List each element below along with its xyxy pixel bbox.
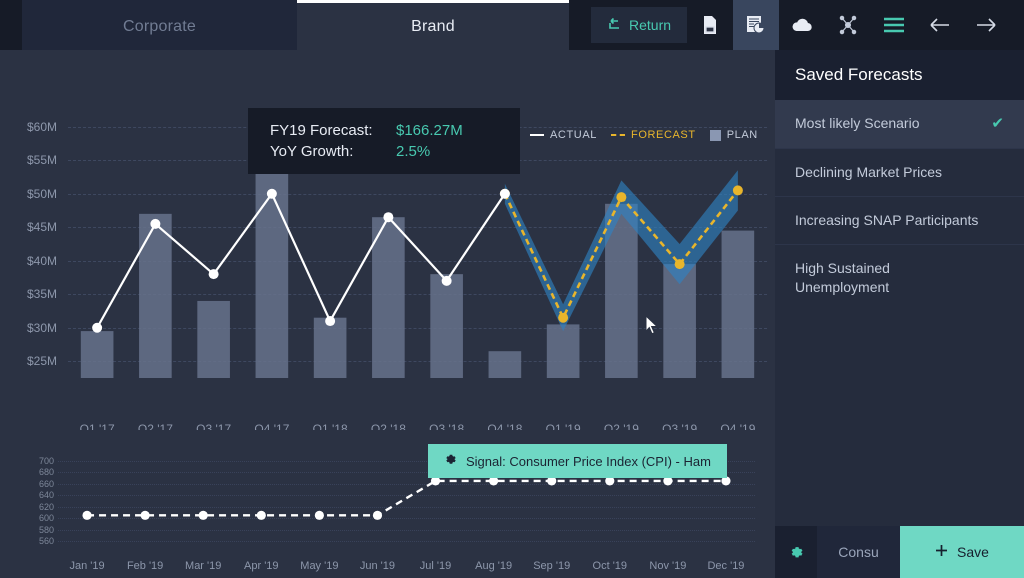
legend-item-plan: PLAN: [709, 129, 758, 141]
actual-point[interactable]: [499, 188, 510, 199]
forecast-point[interactable]: [616, 192, 627, 203]
plan-bar[interactable]: [255, 146, 289, 378]
actual-point[interactable]: [325, 316, 336, 327]
signal-selector[interactable]: Signal: Consumer Price Index (CPI) - Ham: [428, 444, 727, 478]
plan-bar[interactable]: [546, 324, 580, 378]
toolbar: Return: [569, 0, 1024, 50]
sidebar-item-most-likely-scenario[interactable]: Most likely Scenario ✔: [775, 100, 1024, 150]
plan-bar[interactable]: [488, 351, 522, 378]
cpi-point[interactable]: [198, 510, 208, 520]
forecast-summary-box: FY19 Forecast: $166.27M YoY Growth: 2.5%: [248, 108, 520, 174]
save-button-label: Save: [957, 544, 989, 560]
plan-bar[interactable]: [80, 331, 114, 378]
app-root: Corporate Brand Return $60M $55M $50M $4…: [0, 0, 1024, 578]
actual-point[interactable]: [208, 269, 219, 280]
cpi-line: [87, 479, 726, 517]
sidebar-item-label: Declining Market Prices: [795, 164, 943, 181]
cpi-point[interactable]: [256, 510, 266, 520]
legend-label-forecast: FORECAST: [631, 129, 696, 141]
check-icon: ✔: [991, 115, 1004, 132]
forecast-point[interactable]: [732, 185, 743, 196]
menu-hamburger-icon[interactable]: [871, 0, 917, 50]
sidebar-item-label: Increasing SNAP Participants: [795, 212, 979, 229]
cpi-point[interactable]: [140, 510, 150, 520]
return-button-label: Return: [629, 17, 672, 33]
legend-label-actual: ACTUAL: [550, 129, 597, 141]
return-button[interactable]: Return: [591, 7, 688, 43]
cloud-icon[interactable]: [779, 0, 825, 50]
yoy-growth-value: 2.5%: [396, 143, 431, 160]
sidebar-footer: Consu Save: [775, 526, 1024, 578]
fy19-forecast-value: $166.27M: [396, 122, 463, 139]
plan-bar[interactable]: [197, 300, 230, 378]
forecast-point[interactable]: [558, 312, 569, 323]
sidebar-item-declining-market-prices[interactable]: Declining Market Prices: [775, 149, 1024, 198]
plus-icon: [935, 544, 948, 560]
cpi-point[interactable]: [314, 510, 324, 520]
legend-swatch-forecast: [611, 134, 625, 136]
top-bar: Corporate Brand Return: [0, 0, 1024, 50]
report-document-icon[interactable]: [687, 0, 733, 50]
fy19-forecast-label: FY19 Forecast:: [270, 122, 373, 139]
legend-swatch-actual: [530, 134, 544, 136]
legend-label-plan: PLAN: [726, 129, 758, 141]
sidebar-title: Saved Forecasts: [775, 50, 1024, 100]
actual-point[interactable]: [383, 212, 394, 223]
actual-point[interactable]: [150, 218, 161, 229]
consu-button[interactable]: Consu: [817, 526, 900, 578]
net-sales-series-layer: [80, 146, 755, 378]
network-nodes-icon[interactable]: [825, 0, 871, 50]
cpi-point[interactable]: [82, 510, 92, 520]
sidebar-item-label: High Sustained Unemployment: [795, 260, 890, 295]
legend-swatch-plan: [709, 129, 721, 141]
dashboard-report-icon[interactable]: [733, 0, 780, 50]
sidebar-title-label: Saved Forecasts: [795, 65, 923, 84]
plan-bar[interactable]: [313, 317, 347, 378]
gear-icon: [444, 453, 457, 469]
fy19-forecast-row: FY19 Forecast: $166.27M: [270, 122, 498, 139]
plan-bar[interactable]: [430, 274, 463, 378]
actual-point[interactable]: [92, 322, 103, 333]
arrow-left-icon[interactable]: [917, 0, 963, 50]
return-arrow-icon: [607, 17, 621, 34]
forecast-point[interactable]: [674, 259, 685, 270]
gear-icon[interactable]: [775, 526, 817, 578]
tab-brand-label: Brand: [411, 17, 455, 35]
net-sales-plot[interactable]: $60M $55M $50M $45M $40M $35M $30M $25M Q1 '17 Q2…: [0, 50, 775, 430]
yoy-growth-row: YoY Growth: 2.5%: [270, 143, 498, 160]
net-sales-chart-panel: $60M $55M $50M $45M $40M $35M $30M $25M Q1 '17 Q2…: [0, 50, 775, 430]
plan-bar[interactable]: [372, 217, 405, 378]
tab-corporate-label: Corporate: [123, 17, 196, 35]
cpi-point[interactable]: [372, 510, 383, 520]
legend-item-actual: ACTUAL: [530, 129, 597, 141]
chart-legend: ACTUAL FORECAST PLAN: [530, 129, 758, 141]
saved-forecasts-sidebar: Saved Forecasts Most likely Scenario ✔ D…: [775, 50, 1024, 578]
sidebar-item-high-sustained-unemployment[interactable]: High Sustained Unemployment: [775, 245, 1024, 311]
plan-bar[interactable]: [721, 230, 755, 378]
actual-point[interactable]: [266, 188, 277, 199]
tab-brand[interactable]: Brand: [297, 0, 569, 50]
tab-corporate[interactable]: Corporate: [22, 0, 297, 50]
sidebar-item-label: Most likely Scenario: [795, 115, 920, 131]
arrow-right-icon[interactable]: [963, 0, 1009, 50]
save-button[interactable]: Save: [900, 526, 1024, 578]
legend-item-forecast: FORECAST: [611, 129, 696, 141]
actual-point[interactable]: [441, 275, 452, 286]
signal-label: Signal: Consumer Price Index (CPI) - Ham: [466, 453, 711, 469]
plan-bar[interactable]: [139, 213, 172, 378]
sidebar-item-increasing-snap-participants[interactable]: Increasing SNAP Participants: [775, 197, 1024, 246]
yoy-growth-label: YoY Growth:: [270, 143, 354, 160]
